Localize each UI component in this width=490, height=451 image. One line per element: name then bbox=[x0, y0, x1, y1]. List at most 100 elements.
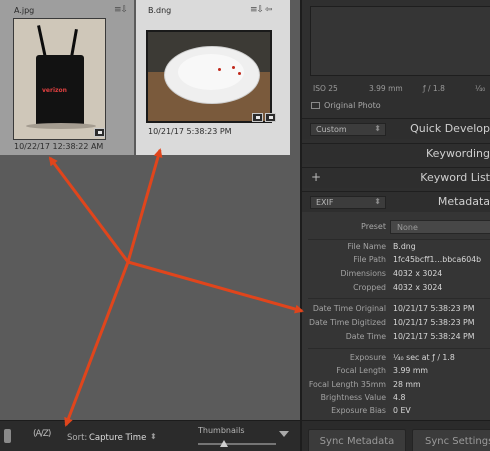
metadata-key: Exposure bbox=[349, 353, 386, 362]
metadata-value: 0 EV bbox=[393, 406, 411, 415]
metadata-row: Brightness Value 4.8 bbox=[302, 393, 490, 404]
iso-value: ISO 25 bbox=[313, 84, 338, 93]
cell-flag-icons[interactable]: ≡⇩ bbox=[114, 5, 128, 15]
metadata-row: Exposure ¹⁄₄₀ sec at ƒ / 1.8 bbox=[302, 353, 490, 364]
keyword-list-panel-header[interactable]: + Keyword List bbox=[302, 167, 490, 188]
metadata-row: Date Time Original 10/21/17 5:38:23 PM bbox=[302, 304, 490, 315]
metadata-preset-row: Preset None bbox=[302, 220, 490, 234]
metadata-title: Metadata bbox=[437, 195, 490, 208]
comment-badge-icon[interactable] bbox=[94, 128, 105, 137]
cell-filename: B.dng bbox=[148, 6, 172, 15]
metadata-key: Exposure Bias bbox=[331, 406, 386, 415]
sort-label: Sort: bbox=[67, 433, 88, 443]
slider-knob[interactable] bbox=[219, 440, 228, 447]
sort-order-select[interactable]: Capture Time bbox=[89, 433, 146, 443]
food-speck bbox=[232, 66, 235, 69]
food-speck bbox=[218, 68, 221, 71]
photo-icon bbox=[311, 102, 320, 109]
cell-date: 10/21/17 5:38:23 PM bbox=[148, 127, 232, 136]
metadata-key: File Path bbox=[353, 255, 386, 264]
histogram-info: ISO 25 3.99 mm ƒ / 1.8 ¹⁄₄₀ bbox=[311, 84, 490, 94]
sync-metadata-button[interactable]: Sync Metadata bbox=[308, 429, 406, 451]
metadata-panel-header[interactable]: EXIF ⬍ Metadata bbox=[302, 191, 490, 212]
plate-center bbox=[178, 54, 244, 90]
original-photo-label: Original Photo bbox=[324, 101, 381, 110]
metadata-key: Focal Length 35mm bbox=[308, 380, 386, 389]
thumbnail-size-slider[interactable] bbox=[198, 440, 276, 448]
keyword-list-title: Keyword List bbox=[420, 171, 490, 184]
metadata-value: 4.8 bbox=[393, 393, 406, 402]
keywording-title: Keywording bbox=[426, 147, 490, 160]
metadata-view-select[interactable]: EXIF ⬍ bbox=[310, 196, 386, 209]
thumbnail-grid: A.jpg ≡⇩ verizon 10/22/17 12:38:22 AM B.… bbox=[0, 0, 300, 420]
cell-date: 10/22/17 12:38:22 AM bbox=[14, 142, 104, 151]
metadata-key: Date Time Original bbox=[312, 304, 386, 313]
metadata-row: Date Time 10/21/17 5:38:24 PM bbox=[302, 332, 490, 343]
metadata-preset-select[interactable]: None bbox=[390, 220, 490, 234]
metadata-value: 3.99 mm bbox=[393, 366, 429, 375]
cell-flag-icons[interactable]: ≡⇩ ⇦ bbox=[250, 5, 273, 15]
metadata-value: 28 mm bbox=[393, 380, 421, 389]
thumbnail-image-b[interactable] bbox=[146, 30, 272, 123]
metadata-value[interactable]: 10/21/17 5:38:23 PM bbox=[393, 304, 474, 313]
toolbar-menu-chevron-icon[interactable] bbox=[279, 431, 289, 437]
router-shadow bbox=[26, 123, 96, 129]
sync-settings-button[interactable]: Sync Settings bbox=[412, 429, 490, 451]
develop-adjusted-badge-icon[interactable] bbox=[265, 113, 276, 122]
quick-develop-panel-header[interactable]: Custom ⬍ Quick Develop bbox=[302, 118, 490, 139]
metadata-key: Dimensions bbox=[340, 269, 386, 278]
divider bbox=[308, 298, 490, 299]
library-toolbar: (A/Z) Sort: Capture Time ⬍ Thumbnails bbox=[0, 420, 300, 451]
metadata-row: Date Time Digitized 10/21/17 5:38:23 PM bbox=[302, 318, 490, 329]
aperture-value: ƒ / 1.8 bbox=[423, 84, 445, 93]
quick-develop-preset-select[interactable]: Custom ⬍ bbox=[310, 123, 386, 136]
metadata-view-value: EXIF bbox=[316, 198, 334, 207]
focal-value: 3.99 mm bbox=[369, 84, 403, 93]
slider-track[interactable] bbox=[198, 443, 276, 445]
keywording-panel-header[interactable]: Keywording bbox=[302, 143, 490, 164]
sort-chevron-icon[interactable]: ⬍ bbox=[150, 432, 157, 441]
metadata-key: Cropped bbox=[353, 283, 386, 292]
sort-direction-icon[interactable]: (A/Z) bbox=[33, 429, 51, 439]
quick-develop-preset-value: Custom bbox=[316, 125, 347, 134]
metadata-row: Focal Length 35mm 28 mm bbox=[302, 380, 490, 391]
divider bbox=[308, 239, 490, 240]
shutter-value: ¹⁄₄₀ bbox=[475, 84, 486, 93]
metadata-key: Date Time Digitized bbox=[308, 318, 386, 327]
metadata-value[interactable]: 10/21/17 5:38:23 PM bbox=[393, 318, 474, 327]
metadata-value[interactable]: 1fc45bcff1…bbca604b bbox=[393, 255, 481, 264]
select-chevron-icon: ⬍ bbox=[374, 124, 381, 133]
metadata-value[interactable]: B.dng bbox=[393, 242, 416, 251]
metadata-row: Exposure Bias 0 EV bbox=[302, 406, 490, 417]
grid-cell-b-selected[interactable]: B.dng ≡⇩ ⇦ 10/21/17 5:38:23 PM bbox=[136, 0, 290, 155]
quick-develop-title: Quick Develop bbox=[410, 122, 490, 135]
grid-cell-a[interactable]: A.jpg ≡⇩ verizon 10/22/17 12:38:22 AM bbox=[0, 0, 134, 155]
thumbnail-image-a[interactable]: verizon bbox=[13, 18, 106, 140]
metadata-value: 4032 x 3024 bbox=[393, 269, 443, 278]
metadata-value: 4032 x 3024 bbox=[393, 283, 443, 292]
histogram[interactable] bbox=[310, 6, 490, 76]
comment-badge-icon[interactable] bbox=[252, 113, 263, 122]
metadata-panel-body: Preset None File Name B.dng File Path 1f… bbox=[302, 212, 490, 420]
original-photo-toggle[interactable]: Original Photo bbox=[311, 101, 381, 110]
metadata-value[interactable]: 10/21/17 5:38:24 PM bbox=[393, 332, 474, 341]
right-panel: ISO 25 3.99 mm ƒ / 1.8 ¹⁄₄₀ Original Pho… bbox=[300, 0, 490, 451]
add-keyword-plus-icon[interactable]: + bbox=[311, 170, 321, 184]
router-brand-text: verizon bbox=[42, 87, 67, 94]
lightroom-library-window: A.jpg ≡⇩ verizon 10/22/17 12:38:22 AM B.… bbox=[0, 0, 490, 451]
metadata-row: Cropped 4032 x 3024 bbox=[302, 283, 490, 294]
metadata-row: Dimensions 4032 x 3024 bbox=[302, 269, 490, 280]
metadata-key: File Name bbox=[347, 242, 386, 251]
cell-filename: A.jpg bbox=[14, 6, 35, 15]
sync-bar: Sync Metadata Sync Settings bbox=[302, 420, 490, 451]
divider bbox=[308, 348, 490, 349]
select-chevron-icon: ⬍ bbox=[374, 197, 381, 206]
metadata-key: Focal Length bbox=[336, 366, 386, 375]
metadata-key: Brightness Value bbox=[320, 393, 386, 402]
metadata-value: ¹⁄₄₀ sec at ƒ / 1.8 bbox=[393, 353, 455, 362]
preset-label: Preset bbox=[361, 222, 386, 231]
metadata-row: Focal Length 3.99 mm bbox=[302, 366, 490, 377]
metadata-row: File Path 1fc45bcff1…bbca604b bbox=[302, 255, 490, 266]
painter-tool-icon[interactable] bbox=[4, 429, 11, 443]
metadata-key: Date Time bbox=[345, 332, 386, 341]
